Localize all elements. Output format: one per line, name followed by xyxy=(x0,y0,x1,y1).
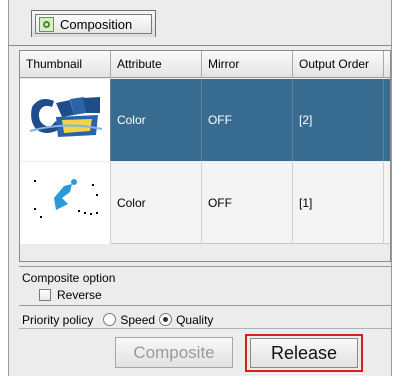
table-row[interactable]: Color OFF [1] xyxy=(20,162,390,244)
clean-dew-logo-thumbnail xyxy=(26,85,106,155)
thumbnail-cell xyxy=(20,162,111,244)
output-order-cell: [1] xyxy=(293,162,384,244)
column-header-attribute[interactable]: Attribute xyxy=(111,51,202,78)
column-header-mirror[interactable]: Mirror xyxy=(202,51,293,78)
attribute-cell: Color xyxy=(111,79,202,161)
composition-window: Composition Thumbnail Attribute Mirror O… xyxy=(8,0,392,376)
image-table: Thumbnail Attribute Mirror Output Order xyxy=(19,50,391,262)
quality-label: Quality xyxy=(176,312,214,327)
speed-label: Speed xyxy=(120,312,156,327)
row-filler xyxy=(384,162,390,244)
composite-button[interactable]: Composite xyxy=(115,337,233,368)
table-row[interactable]: Color OFF [2] xyxy=(20,79,390,161)
priority-policy-label: Priority policy xyxy=(22,312,94,327)
output-order-cell: [2] xyxy=(293,79,384,161)
blue-figure-thumbnail xyxy=(26,168,106,238)
table-header: Thumbnail Attribute Mirror Output Order xyxy=(20,51,390,78)
tab-composition[interactable]: Composition xyxy=(31,10,156,37)
tab-label: Composition xyxy=(60,16,133,32)
quality-radio[interactable] xyxy=(159,313,173,326)
composition-icon xyxy=(39,16,54,32)
column-header-output-order[interactable]: Output Order xyxy=(293,51,384,78)
column-header-filler xyxy=(384,51,390,78)
composite-option-group: Composite option Reverse xyxy=(19,266,391,306)
row-filler xyxy=(384,79,390,161)
column-header-thumbnail[interactable]: Thumbnail xyxy=(20,51,111,78)
tab-strip: Composition xyxy=(9,0,391,46)
speed-radio[interactable] xyxy=(103,313,117,326)
reverse-label: Reverse xyxy=(57,288,102,302)
mirror-cell: OFF xyxy=(202,79,293,161)
tab-composition-inner: Composition xyxy=(35,14,152,34)
priority-policy-row: Priority policy Speed Quality xyxy=(19,311,391,329)
mirror-cell: OFF xyxy=(202,162,293,244)
thumbnail-cell xyxy=(20,79,111,161)
composite-option-title: Composite option xyxy=(22,271,116,285)
attribute-cell: Color xyxy=(111,162,202,244)
reverse-option[interactable]: Reverse xyxy=(39,288,102,302)
release-button[interactable]: Release xyxy=(250,338,358,368)
reverse-checkbox[interactable] xyxy=(39,289,51,301)
